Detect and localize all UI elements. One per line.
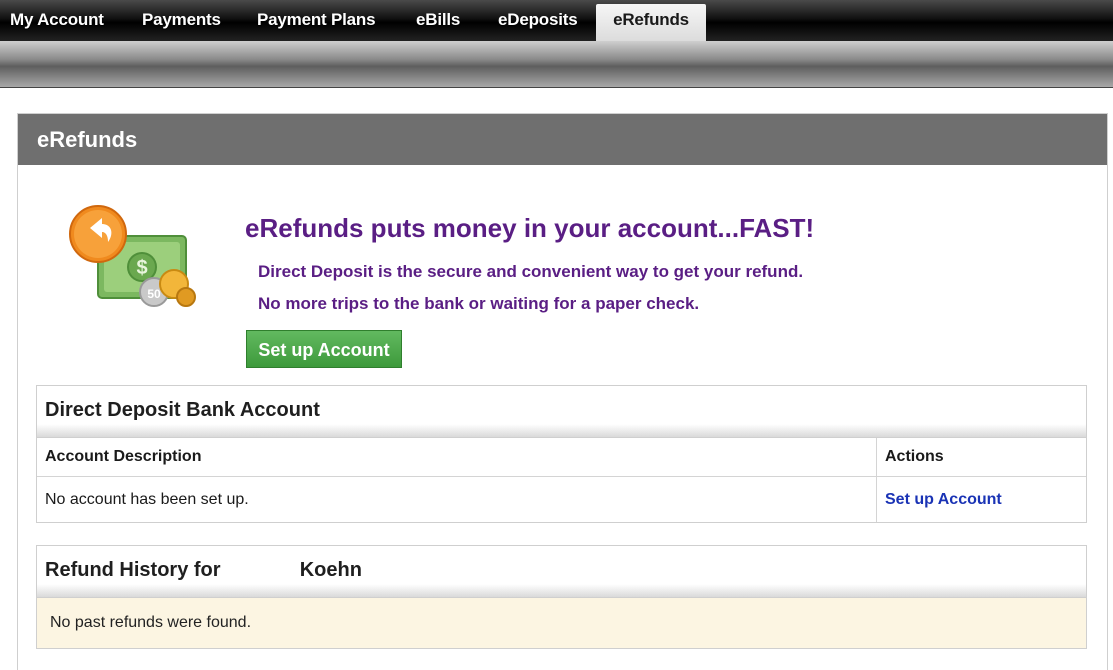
svg-text:50: 50 (147, 287, 161, 301)
account-description-cell: No account has been set up. (45, 490, 249, 508)
panel-title: eRefunds (18, 114, 1107, 165)
direct-deposit-title: Direct Deposit Bank Account (37, 386, 1086, 438)
setup-account-link[interactable]: Set up Account (885, 491, 1002, 508)
column-header-actions: Actions (876, 438, 1086, 477)
refund-history-title-name: Koehn (299, 559, 362, 581)
tab-erefunds[interactable]: eRefunds (596, 4, 706, 41)
tab-edeposits[interactable]: eDeposits (498, 4, 578, 41)
redacted-name (230, 557, 291, 584)
direct-deposit-box: Direct Deposit Bank Account Account Desc… (36, 385, 1087, 523)
column-header-description: Account Description (37, 438, 877, 477)
erefunds-panel: eRefunds $ 50 eRefunds puts money in you… (17, 113, 1108, 670)
tab-payment-plans[interactable]: Payment Plans (257, 4, 376, 41)
tab-my-account[interactable]: My Account (10, 4, 104, 41)
tab-payments[interactable]: Payments (142, 4, 221, 41)
hero-headline: eRefunds puts money in your account...FA… (245, 213, 815, 243)
hero-line-1: Direct Deposit is the secure and conveni… (258, 262, 804, 281)
tab-ebills[interactable]: eBills (416, 4, 460, 41)
refund-history-box: Refund History for Koehn No past refunds… (36, 545, 1087, 649)
setup-account-button[interactable]: Set up Account (246, 330, 402, 368)
refund-money-icon: $ 50 (69, 205, 196, 307)
actions-cell: Set up Account (876, 476, 1086, 522)
table-row: No account has been set up. Set up Accou… (37, 476, 1086, 522)
top-navigation: My Account Payments Payment Plans eBills… (0, 0, 1113, 41)
refund-history-title: Refund History for Koehn (37, 546, 1086, 598)
hero-line-2: No more trips to the bank or waiting for… (258, 294, 700, 313)
sub-navigation-bar (0, 41, 1113, 88)
empty-refunds-message: No past refunds were found. (37, 598, 1086, 648)
bank-account-table: Account Description Actions No account h… (37, 438, 1086, 522)
refund-history-title-prefix: Refund History for (45, 559, 221, 581)
svg-text:$: $ (136, 257, 147, 279)
